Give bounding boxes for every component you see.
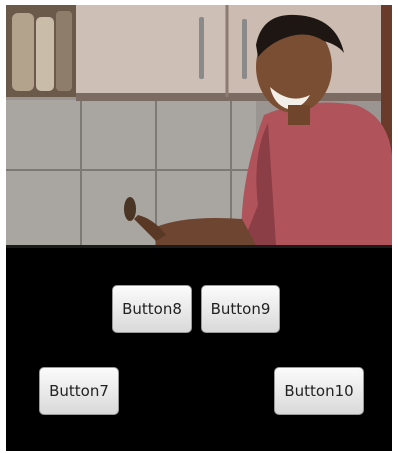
- button7[interactable]: Button7: [39, 367, 119, 415]
- app-screen: Button8 Button9 Button7 Button10: [6, 5, 392, 451]
- button8[interactable]: Button8: [112, 285, 192, 333]
- button10[interactable]: Button10: [274, 367, 364, 415]
- divider-line: [6, 245, 392, 248]
- button9[interactable]: Button9: [201, 285, 280, 333]
- photo-image: [6, 5, 392, 245]
